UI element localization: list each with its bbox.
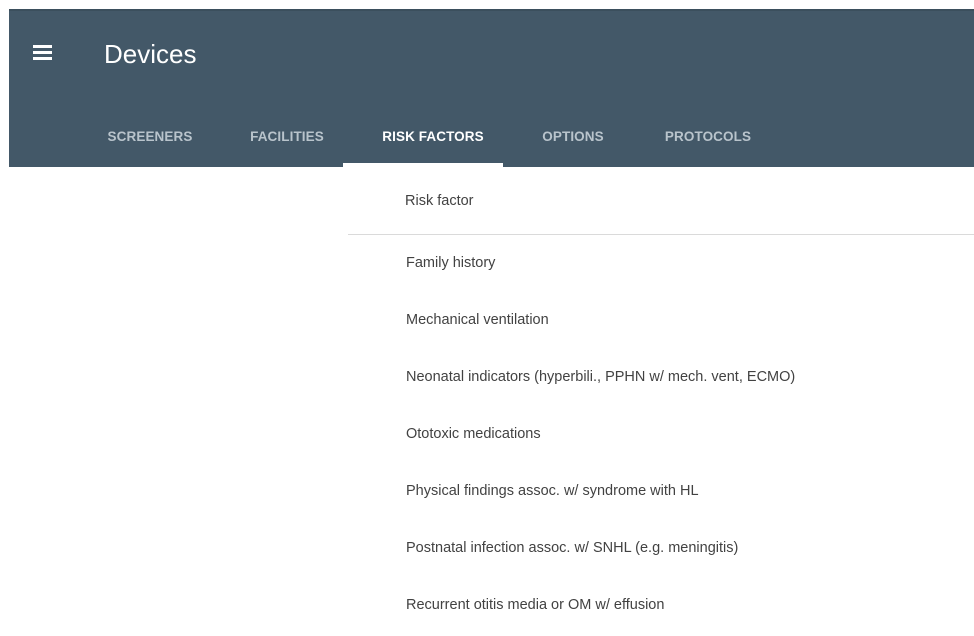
list-item-label: Family history bbox=[406, 255, 496, 271]
list-item[interactable]: Family history bbox=[348, 237, 974, 294]
list-item-label: Mechanical ventilation bbox=[406, 312, 549, 328]
tab-options[interactable]: OPTIONS bbox=[538, 121, 608, 167]
list-item[interactable]: Recurrent otitis media or OM w/ effusion bbox=[348, 579, 974, 636]
column-header-risk-factor: Risk factor bbox=[405, 193, 474, 209]
list-item[interactable]: Physical findings assoc. w/ syndrome wit… bbox=[348, 465, 974, 522]
window-edge bbox=[0, 0, 9, 630]
list-item-label: Ototoxic medications bbox=[406, 426, 541, 442]
list-item-label: Physical findings assoc. w/ syndrome wit… bbox=[406, 483, 699, 499]
app-window: Devices SCREENERS FACILITIES RISK FACTOR… bbox=[0, 0, 974, 630]
app-bar-top-line bbox=[9, 9, 974, 11]
tab-facilities[interactable]: FACILITIES bbox=[245, 121, 329, 167]
tab-risk-factors[interactable]: RISK FACTORS bbox=[378, 121, 488, 167]
list-item-label: Recurrent otitis media or OM w/ effusion bbox=[406, 597, 665, 613]
list-item[interactable]: Mechanical ventilation bbox=[348, 294, 974, 351]
list-item[interactable]: Neonatal indicators (hyperbili., PPHN w/… bbox=[348, 351, 974, 408]
list-item-label: Postnatal infection assoc. w/ SNHL (e.g.… bbox=[406, 540, 739, 556]
list-header: Risk factor bbox=[348, 167, 974, 235]
page-title: Devices bbox=[104, 39, 197, 69]
app-bar: Devices SCREENERS FACILITIES RISK FACTOR… bbox=[9, 9, 974, 167]
tab-bar: SCREENERS FACILITIES RISK FACTORS OPTION… bbox=[9, 121, 974, 167]
list-item-label: Neonatal indicators (hyperbili., PPHN w/… bbox=[406, 369, 796, 385]
hamburger-menu-icon[interactable] bbox=[33, 45, 55, 63]
tab-protocols[interactable]: PROTOCOLS bbox=[662, 121, 754, 167]
tab-screeners[interactable]: SCREENERS bbox=[104, 121, 196, 167]
list-item[interactable]: Postnatal infection assoc. w/ SNHL (e.g.… bbox=[348, 522, 974, 579]
list-item[interactable]: Ototoxic medications bbox=[348, 408, 974, 465]
